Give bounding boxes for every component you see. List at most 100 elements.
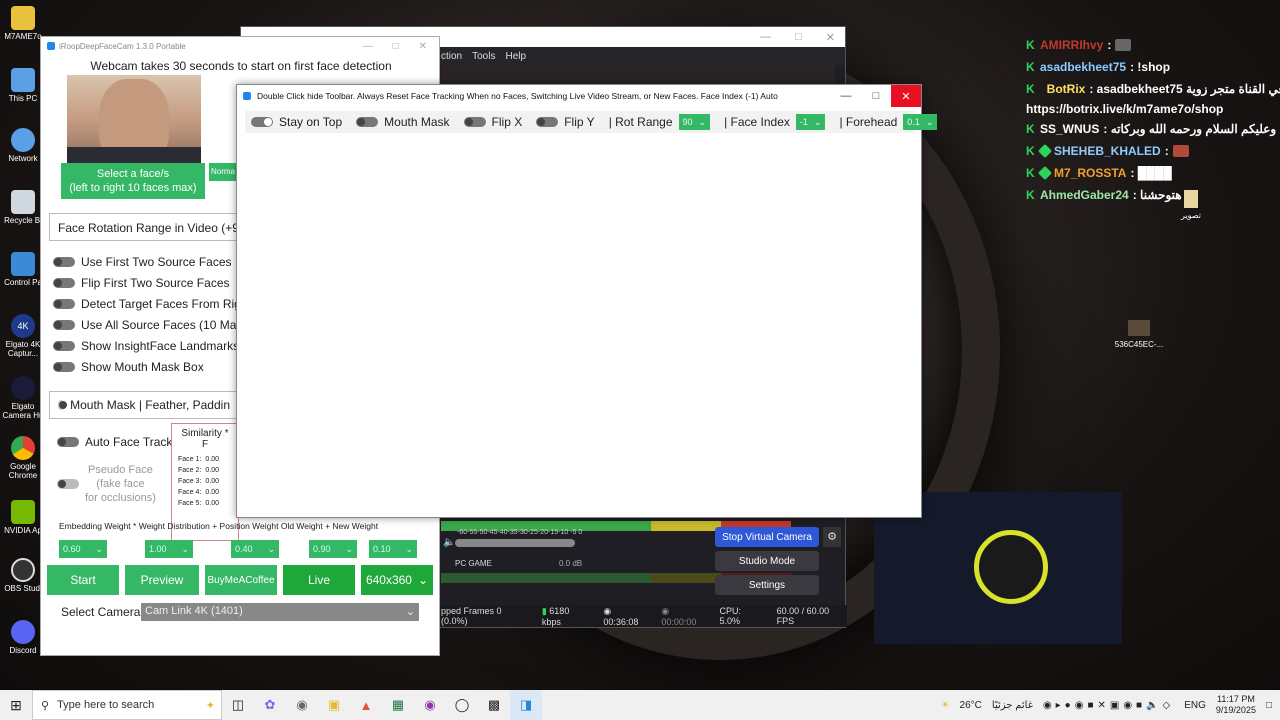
- file-explorer-icon[interactable]: ▣: [318, 690, 350, 720]
- weather-text[interactable]: غائم جزئيًا: [992, 700, 1033, 711]
- embedding-weight-select[interactable]: 0.60 ⌄: [59, 540, 107, 558]
- toggle-switch[interactable]: [251, 117, 273, 127]
- target-button[interactable]: Norma: [209, 163, 237, 181]
- meter-scale: -60-55-50-45-40-35-30-25-20-15-10 -5 0: [457, 529, 583, 536]
- face-rotation-select[interactable]: Face Rotation Range in Video (+90) (?: [49, 213, 239, 241]
- virtual-camera-settings-icon[interactable]: ⚙: [823, 527, 841, 547]
- app-icon-1[interactable]: ◉: [286, 690, 318, 720]
- resolution-select[interactable]: 640x360 ⌄: [361, 565, 433, 595]
- toggle-switch[interactable]: [57, 479, 79, 489]
- capcut-icon[interactable]: ◨: [510, 690, 542, 720]
- toggle-switch[interactable]: [463, 117, 486, 127]
- rot-range-select[interactable]: 90 ⌄: [678, 114, 711, 130]
- toggle-switch[interactable]: [356, 117, 379, 127]
- notification-icon[interactable]: □: [1266, 700, 1272, 711]
- desktop-icon-network[interactable]: Network: [2, 128, 44, 163]
- toggle-switch[interactable]: [53, 257, 75, 267]
- preview-button[interactable]: Preview: [125, 565, 199, 595]
- toggle-switch[interactable]: [53, 362, 75, 372]
- terminal-icon[interactable]: ▩: [478, 690, 510, 720]
- close-icon[interactable]: ✕: [891, 85, 921, 107]
- toggle-switch[interactable]: [57, 437, 79, 447]
- toggle-switch[interactable]: [53, 320, 75, 330]
- option-show-mouth-mask-box[interactable]: Show Mouth Mask Box: [53, 360, 204, 374]
- camera-select[interactable]: Cam Link 4K (1401) ⌄: [141, 603, 419, 621]
- flip-x-toggle[interactable]: Flip X: [463, 115, 522, 129]
- option-detect-right[interactable]: Detect Target Faces From Righ: [53, 297, 248, 311]
- speaker-icon[interactable]: 🔈: [443, 537, 455, 548]
- option-pseudo-face[interactable]: Pseudo Face (fake face for occlusions): [57, 463, 156, 505]
- toggle-switch[interactable]: [58, 400, 68, 410]
- obs-taskbar-icon[interactable]: ◯: [446, 690, 478, 720]
- option-show-landmarks[interactable]: Show InsightFace Landmarks: [53, 339, 239, 353]
- toggle-switch[interactable]: [536, 117, 559, 127]
- volume-slider[interactable]: [455, 539, 575, 547]
- live-button[interactable]: Live: [283, 565, 355, 595]
- desktop-icon-discord[interactable]: Discord: [2, 620, 44, 655]
- app-icon-2[interactable]: ◉: [414, 690, 446, 720]
- settings-button[interactable]: Settings: [715, 575, 819, 595]
- flip-y-toggle[interactable]: Flip Y: [536, 115, 595, 129]
- desktop-icon-obs[interactable]: OBS Studi: [2, 558, 44, 593]
- desktop-icon-chrome[interactable]: Google Chrome: [2, 436, 44, 480]
- maximize-icon[interactable]: □: [861, 85, 891, 107]
- start-windows-icon[interactable]: ⊞: [0, 690, 32, 720]
- desktop-icon-this-pc[interactable]: This PC: [2, 68, 44, 103]
- desktop-icon-folder[interactable]: M7AME7o: [2, 6, 44, 41]
- desktop-icon-elgato-camera-hub[interactable]: Elgato Camera Hu: [2, 376, 44, 420]
- brave-browser-icon[interactable]: ▲: [350, 690, 382, 720]
- old-weight-select[interactable]: 0.90 ⌄: [309, 540, 357, 558]
- mouth-mask-panel[interactable]: Mouth Mask | Feather, Paddin: [49, 391, 239, 419]
- toggle-switch[interactable]: [53, 299, 75, 309]
- toggle-switch[interactable]: [53, 278, 75, 288]
- mouth-mask-toggle[interactable]: Mouth Mask: [356, 115, 450, 129]
- option-flip-first-two[interactable]: Flip First Two Source Faces: [53, 276, 230, 290]
- emote-icon: [1172, 145, 1189, 157]
- weight-distribution-select[interactable]: 1.00 ⌄: [145, 540, 193, 558]
- menu-item-section[interactable]: ction: [441, 51, 462, 62]
- weather-temp[interactable]: 26°C: [960, 700, 982, 711]
- chat-link: https://botrix.live/k/m7ame7o/shop: [1026, 102, 1224, 116]
- maximize-icon[interactable]: □: [393, 41, 399, 52]
- elgato-4k-icon: 4K: [11, 314, 35, 338]
- maximize-icon[interactable]: □: [795, 31, 802, 43]
- excel-icon[interactable]: ▦: [382, 690, 414, 720]
- desktop-file-thumbnail[interactable]: 536C45EC-...: [1112, 320, 1166, 349]
- option-use-first-two[interactable]: Use First Two Source Faces: [53, 255, 232, 269]
- mixer-track-label: PC GAME: [455, 559, 492, 568]
- select-face-button[interactable]: Select a face/s (left to right 10 faces …: [61, 163, 205, 199]
- position-weight-select[interactable]: 0.40 ⌄: [231, 540, 279, 558]
- minimize-icon[interactable]: —: [760, 31, 771, 43]
- task-view-icon[interactable]: ◫: [222, 690, 254, 720]
- buymeacoffee-button[interactable]: BuyMeACoffee: [205, 565, 277, 595]
- source-face-image[interactable]: [67, 75, 201, 167]
- menu-item-help[interactable]: Help: [505, 51, 526, 62]
- desktop-icon-recycle-bin[interactable]: Recycle Bi: [2, 190, 44, 225]
- weather-icon[interactable]: ☀: [941, 700, 950, 711]
- toggle-switch[interactable]: [53, 341, 75, 351]
- desktop-icon-elgato-4k[interactable]: 4K Elgato 4K Captur...: [2, 314, 44, 358]
- stay-on-top-toggle[interactable]: Stay on Top: [251, 115, 342, 129]
- minimize-icon[interactable]: —: [831, 85, 861, 107]
- face-index-select[interactable]: -1 ⌄: [795, 114, 826, 130]
- stop-virtual-camera-button[interactable]: Stop Virtual Camera: [715, 527, 819, 547]
- language-indicator[interactable]: ENG: [1184, 700, 1206, 711]
- minimize-icon[interactable]: —: [363, 41, 373, 52]
- new-weight-select[interactable]: 0.10 ⌄: [369, 540, 417, 558]
- start-button[interactable]: Start: [47, 565, 119, 595]
- stream-icon: ◉: [661, 605, 670, 616]
- menu-item-tools[interactable]: Tools: [472, 51, 495, 62]
- copilot-icon[interactable]: ✿: [254, 690, 286, 720]
- option-use-all-source[interactable]: Use All Source Faces (10 Max): [53, 318, 246, 332]
- desktop-icon-control-panel[interactable]: Control Pa: [2, 252, 44, 287]
- clock[interactable]: 11:17 PM 9/19/2025: [1216, 694, 1256, 716]
- tray-icons[interactable]: ◉▸●◉■✕▣◉■🔈◇: [1043, 700, 1174, 711]
- chevron-down-icon: ⌄: [95, 544, 103, 554]
- forehead-select[interactable]: 0.1 ⌄: [903, 114, 938, 130]
- close-icon[interactable]: ✕: [419, 41, 427, 52]
- option-auto-face-track[interactable]: Auto Face Track: [57, 435, 172, 449]
- taskbar-search[interactable]: ⚲ Type here to search ✦: [32, 690, 222, 720]
- desktop-icon-nvidia[interactable]: NVIDIA Ap: [2, 500, 44, 535]
- close-icon[interactable]: ✕: [826, 31, 835, 44]
- studio-mode-button[interactable]: Studio Mode: [715, 551, 819, 571]
